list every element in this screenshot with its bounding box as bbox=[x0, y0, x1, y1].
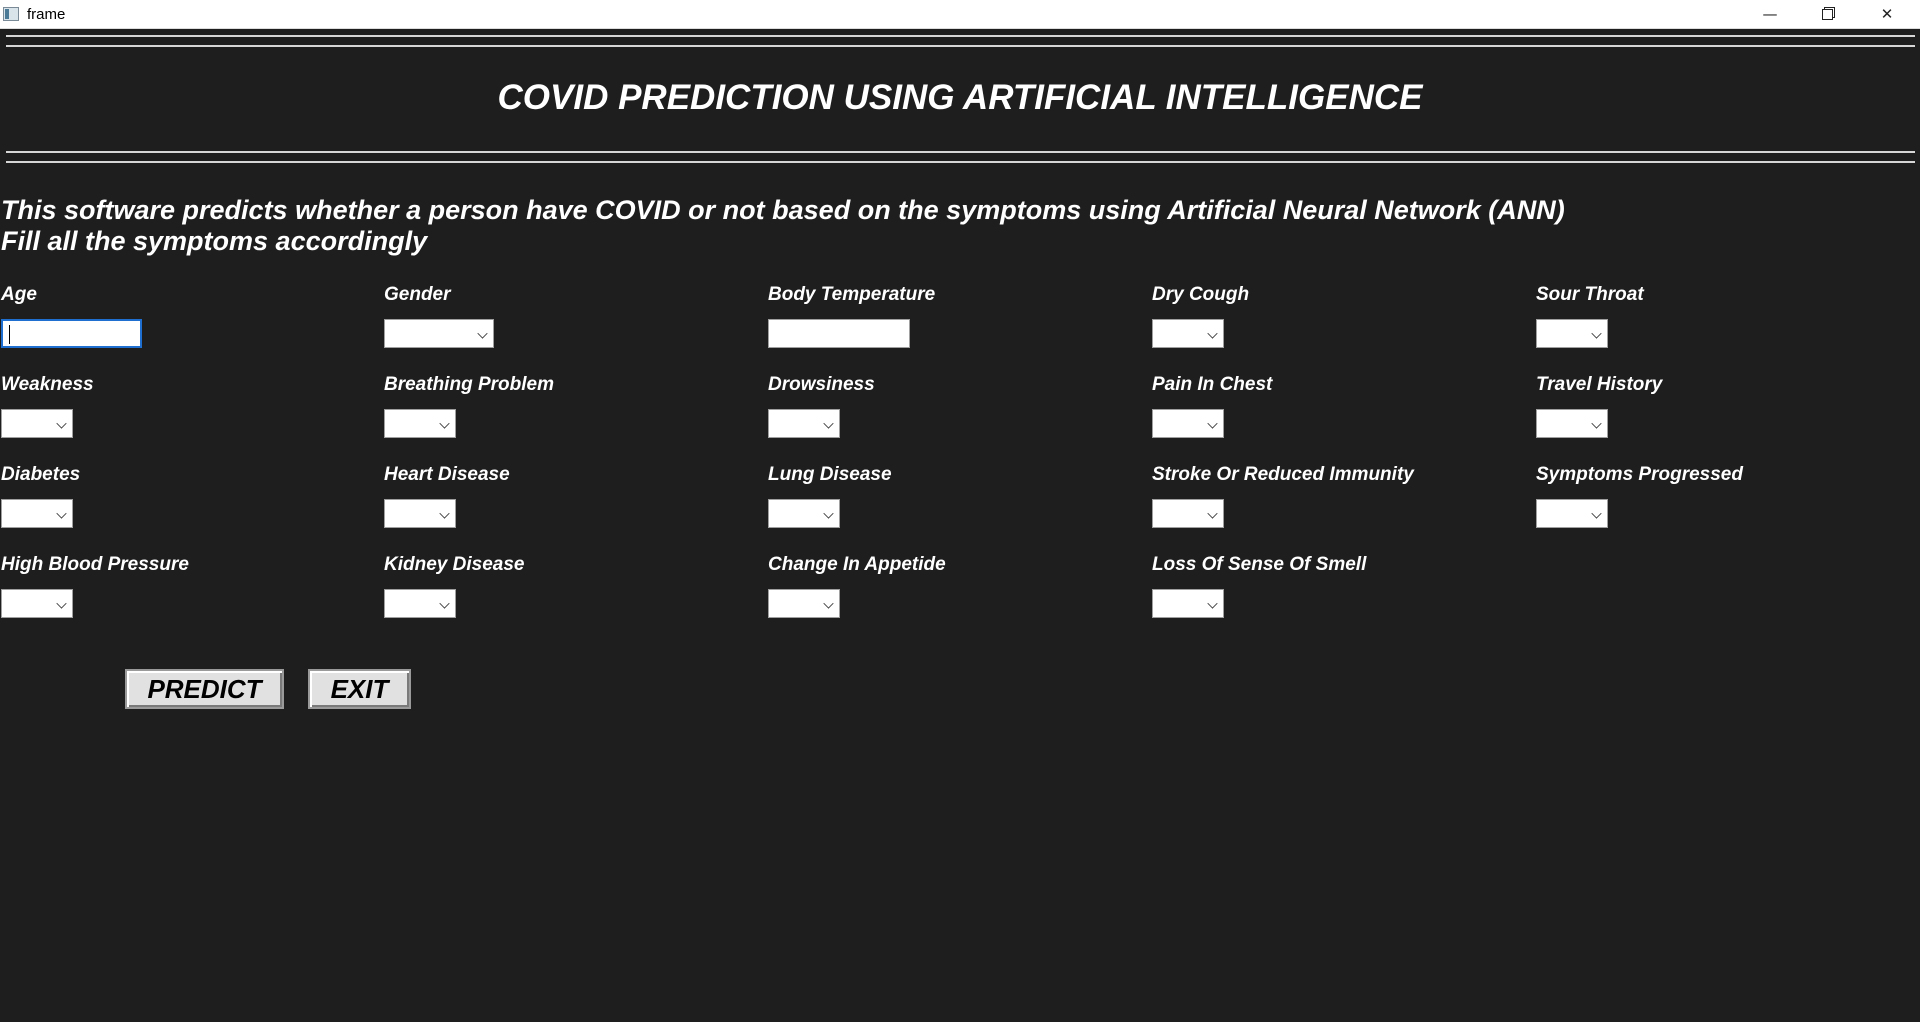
intro-description: This software predicts whether a person … bbox=[1, 195, 1565, 225]
chevron-down-icon bbox=[1207, 598, 1218, 609]
lung-disease-label: Lung Disease bbox=[768, 464, 892, 485]
chevron-down-icon bbox=[1207, 328, 1218, 339]
sour-throat-label: Sour Throat bbox=[1536, 284, 1644, 305]
chevron-down-icon bbox=[1207, 418, 1218, 429]
predict-button[interactable]: PREDICT bbox=[125, 669, 284, 709]
loss-of-sense-of-smell-label: Loss Of Sense Of Smell bbox=[1152, 554, 1367, 575]
change-in-appetide-label: Change In Appetide bbox=[768, 554, 946, 575]
lung-disease-select[interactable] bbox=[768, 499, 840, 528]
dry-cough-label: Dry Cough bbox=[1152, 284, 1250, 305]
breathing-problem-label: Breathing Problem bbox=[384, 374, 554, 395]
heart-disease-select[interactable] bbox=[384, 499, 456, 528]
body-temperature-label: Body Temperature bbox=[768, 284, 936, 305]
chevron-down-icon bbox=[56, 418, 67, 429]
high-blood-pressure-label: High Blood Pressure bbox=[1, 554, 189, 575]
chevron-down-icon bbox=[477, 328, 488, 339]
header-rule-top-2 bbox=[6, 45, 1915, 47]
heart-disease-label: Heart Disease bbox=[384, 464, 510, 485]
drowsiness-label: Drowsiness bbox=[768, 374, 875, 395]
page-title: COVID PREDICTION USING ARTIFICIAL INTELL… bbox=[497, 78, 1423, 117]
stroke-or-reduced-immunity-select[interactable] bbox=[1152, 499, 1224, 528]
text-caret bbox=[9, 325, 10, 344]
loss-of-sense-of-smell-select[interactable] bbox=[1152, 589, 1224, 618]
chevron-down-icon bbox=[1591, 418, 1602, 429]
diabetes-select[interactable] bbox=[1, 499, 73, 528]
chevron-down-icon bbox=[439, 598, 450, 609]
travel-history-select[interactable] bbox=[1536, 409, 1608, 438]
chevron-down-icon bbox=[439, 508, 450, 519]
chevron-down-icon bbox=[1591, 328, 1602, 339]
header-rule-top-1 bbox=[6, 35, 1915, 37]
chevron-down-icon bbox=[823, 418, 834, 429]
sour-throat-select[interactable] bbox=[1536, 319, 1608, 348]
window-title: frame bbox=[27, 6, 66, 23]
window-app-icon bbox=[3, 7, 19, 21]
window-titlebar: frame — ✕ bbox=[0, 0, 1920, 29]
drowsiness-select[interactable] bbox=[768, 409, 840, 438]
body-temperature-input[interactable] bbox=[768, 319, 910, 348]
gender-label: Gender bbox=[384, 284, 451, 305]
restore-icon[interactable] bbox=[1799, 0, 1857, 29]
exit-button[interactable]: EXIT bbox=[308, 669, 411, 709]
pain-in-chest-label: Pain In Chest bbox=[1152, 374, 1273, 395]
header-rule-bottom-1 bbox=[6, 151, 1915, 153]
diabetes-label: Diabetes bbox=[1, 464, 81, 485]
travel-history-label: Travel History bbox=[1536, 374, 1663, 395]
kidney-disease-label: Kidney Disease bbox=[384, 554, 525, 575]
high-blood-pressure-select[interactable] bbox=[1, 589, 73, 618]
chevron-down-icon bbox=[1207, 508, 1218, 519]
stroke-or-reduced-immunity-label: Stroke Or Reduced Immunity bbox=[1152, 464, 1414, 485]
weakness-select[interactable] bbox=[1, 409, 73, 438]
pain-in-chest-select[interactable] bbox=[1152, 409, 1224, 438]
header-rule-bottom-2 bbox=[6, 161, 1915, 163]
chevron-down-icon bbox=[823, 508, 834, 519]
chevron-down-icon bbox=[439, 418, 450, 429]
weakness-label: Weakness bbox=[1, 374, 94, 395]
kidney-disease-select[interactable] bbox=[384, 589, 456, 618]
age-input[interactable] bbox=[1, 319, 142, 348]
change-in-appetide-select[interactable] bbox=[768, 589, 840, 618]
minimize-icon[interactable]: — bbox=[1741, 0, 1799, 29]
chevron-down-icon bbox=[1591, 508, 1602, 519]
gender-select[interactable] bbox=[384, 319, 494, 348]
symptoms-progressed-label: Symptoms Progressed bbox=[1536, 464, 1743, 485]
symptoms-progressed-select[interactable] bbox=[1536, 499, 1608, 528]
close-icon[interactable]: ✕ bbox=[1858, 0, 1916, 29]
chevron-down-icon bbox=[823, 598, 834, 609]
dry-cough-select[interactable] bbox=[1152, 319, 1224, 348]
intro-instruction: Fill all the symptoms accordingly bbox=[1, 226, 428, 256]
breathing-problem-select[interactable] bbox=[384, 409, 456, 438]
age-label: Age bbox=[1, 284, 37, 305]
chevron-down-icon bbox=[56, 508, 67, 519]
chevron-down-icon bbox=[56, 598, 67, 609]
